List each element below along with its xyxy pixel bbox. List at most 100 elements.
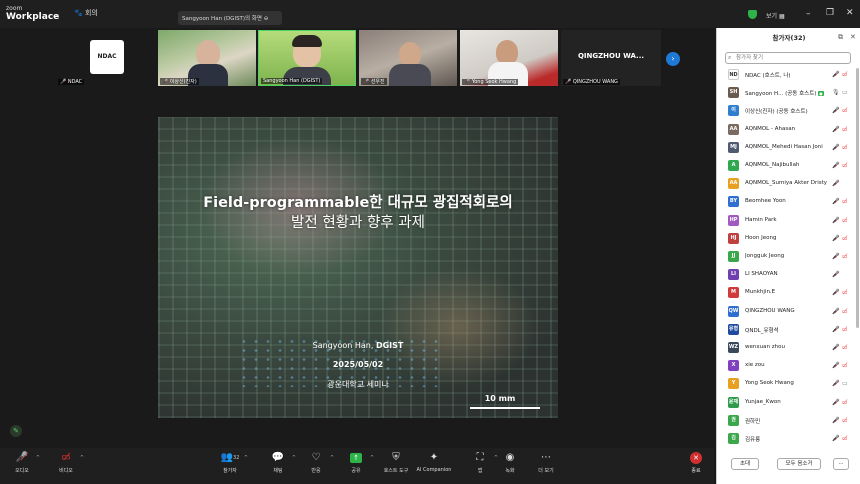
chevron-up-icon[interactable]: ^ — [370, 455, 374, 461]
camera-off-icon[interactable]: ▭̸ — [842, 344, 848, 351]
thumbnail-participant-2[interactable]: 🎤̸ 이상신(진자) — [158, 30, 256, 86]
scrollbar[interactable] — [856, 68, 859, 328]
camera-off-icon[interactable]: ▭̸ — [842, 326, 848, 333]
audio-button[interactable]: 🎤̸ 오디오 ^ — [2, 451, 42, 474]
panel-more-button[interactable]: ··· — [833, 458, 849, 470]
mic-icon[interactable]: 🎙 — [832, 89, 840, 96]
camera-off-icon[interactable]: ▭̸ — [842, 399, 848, 406]
mic-muted-icon[interactable]: 🎤̸ — [832, 198, 839, 205]
participant-row[interactable]: LI LI SHAOYAN 🎤̸ — [717, 267, 857, 285]
mic-muted-icon[interactable]: 🎤̸ — [832, 362, 839, 369]
participant-row[interactable]: 권 권하민 🎤̸ ▭̸ — [717, 413, 857, 431]
participant-row[interactable]: HP Hamin Park 🎤̸ ▭̸ — [717, 213, 857, 231]
camera-off-icon[interactable]: ▭̸ — [842, 71, 848, 78]
thumbnail-ndac[interactable]: NDAC 🎤̸ NDAC — [56, 30, 154, 86]
share-options-icon[interactable]: ⊖ — [264, 16, 269, 22]
camera-off-icon[interactable]: ▭̸ — [842, 162, 848, 169]
participants-button[interactable]: 👥32 참가자 ^ — [210, 451, 250, 474]
camera-off-icon[interactable]: ▭̸ — [842, 308, 848, 315]
thumbnail-participant-4[interactable]: 🎤̸ 선우진 — [359, 30, 457, 86]
mic-muted-icon[interactable]: 🎤̸ — [832, 253, 839, 260]
end-meeting-button[interactable]: ✕ 종료 — [676, 451, 716, 474]
mic-muted-icon[interactable]: 🎤̸ — [832, 344, 839, 351]
shield-icon[interactable] — [748, 10, 757, 19]
close-icon[interactable]: ✕ — [850, 33, 856, 41]
mic-muted-icon[interactable]: 🎤̸ — [832, 107, 839, 114]
participant-row[interactable]: MJ AQNMOL_Mehedi Hasan Joni 🎤̸ ▭̸ — [717, 140, 857, 158]
chevron-up-icon[interactable]: ^ — [36, 455, 40, 461]
participant-row[interactable]: 김 김유릉 🎤̸ ▭̸ — [717, 431, 857, 449]
mic-muted-icon[interactable]: 🎤̸ — [832, 435, 839, 442]
participant-row[interactable]: Y Yong Seok Hwang 🎤̸ ▭ — [717, 376, 857, 394]
mic-muted-icon[interactable]: 🎤̸ — [832, 289, 839, 296]
host-tools-button[interactable]: ⛨ 호스트 도구 — [376, 451, 416, 474]
close-window-button[interactable]: ✕ — [846, 8, 854, 18]
camera-icon[interactable]: ▭ — [842, 89, 848, 96]
camera-off-icon[interactable]: ▭̸ — [842, 435, 848, 442]
chevron-down-icon[interactable]: ⌄ — [54, 10, 60, 18]
mic-muted-icon[interactable]: 🎤̸ — [832, 326, 839, 333]
participant-row[interactable]: QW QINGZHOU WANG 🎤̸ ▭̸ — [717, 304, 857, 322]
record-button[interactable]: ◉ 녹화 — [490, 451, 530, 474]
mic-muted-icon[interactable]: 🎤̸ — [832, 144, 839, 151]
ai-companion-button[interactable]: ✦ AI Companion — [414, 451, 454, 473]
camera-off-icon[interactable]: ▭̸ — [842, 126, 848, 133]
camera-off-icon[interactable]: ▭̸ — [842, 289, 848, 296]
invite-button[interactable]: 초대 — [731, 458, 759, 470]
participant-row[interactable]: 유형 QNDL_유형석 🎤̸ ▭̸ — [717, 322, 857, 340]
participant-row[interactable]: AA AQNMOL_Sumiya Akter Dristy 🎤̸ — [717, 176, 857, 194]
participant-row[interactable]: A AQNMOL_Najibullah 🎤̸ ▭̸ — [717, 158, 857, 176]
annotate-pen-icon[interactable]: ✎ — [10, 425, 22, 437]
participant-row[interactable]: M Munkhjin.E 🎤̸ ▭̸ — [717, 285, 857, 303]
camera-off-icon[interactable]: ▭̸ — [842, 107, 848, 114]
participant-row[interactable]: AA AQNMOL - Ahasan 🎤̸ ▭̸ — [717, 122, 857, 140]
view-button[interactable]: 보기 ▦ — [766, 11, 785, 20]
chevron-up-icon[interactable]: ^ — [330, 455, 334, 461]
participant-row[interactable]: BY Beomhee Yoon 🎤̸ ▭̸ — [717, 194, 857, 212]
react-button[interactable]: ♡ 반응 ^ — [296, 451, 336, 474]
mic-muted-icon[interactable]: 🎤̸ — [832, 417, 839, 424]
meeting-info-button[interactable]: 🐾 회의 — [74, 8, 98, 18]
chevron-up-icon[interactable]: ^ — [80, 455, 84, 461]
participant-row[interactable]: JJ Jongguk Jeong 🎤̸ ▭̸ — [717, 249, 857, 267]
share-button[interactable]: ↑ 공유 ^ — [336, 451, 376, 474]
thumbnail-participant-3-speaking[interactable]: Sangyoon Han (DGIST) — [258, 30, 356, 86]
popout-icon[interactable]: ⧉ — [838, 33, 843, 42]
camera-off-icon[interactable]: ▭̸ — [842, 198, 848, 205]
thumbnail-participant-6[interactable]: QINGZHOU WA... 🎤̸ QINGZHOU WANG — [561, 30, 661, 86]
camera-off-icon[interactable]: ▭̸ — [842, 217, 848, 224]
camera-off-icon[interactable]: ▭̸ — [842, 253, 848, 260]
participant-row[interactable]: SH Sangyoon H... (공동 호스트) ● 🎙 ▭ — [717, 85, 857, 103]
mic-muted-icon[interactable]: 🎤̸ — [832, 71, 839, 78]
mic-muted-icon[interactable]: 🎤̸ — [832, 399, 839, 406]
mic-muted-icon[interactable]: 🎤̸ — [832, 308, 839, 315]
camera-off-icon[interactable]: ▭̸ — [842, 144, 848, 151]
participant-row[interactable]: 윤재 Yunjae_Kwon 🎤̸ ▭̸ — [717, 395, 857, 413]
minimize-button[interactable]: – — [806, 9, 811, 19]
mic-muted-icon[interactable]: 🎤̸ — [832, 180, 839, 187]
participant-row[interactable]: HJ Hoon Jeong 🎤̸ ▭̸ — [717, 231, 857, 249]
participant-search-input[interactable] — [725, 52, 851, 64]
participant-row[interactable]: 이 이상신(진자) (공동 호스트) 🎤̸ ▭̸ — [717, 103, 857, 121]
chevron-up-icon[interactable]: ^ — [244, 455, 248, 461]
participant-row[interactable]: WZ wenxuan zhou 🎤̸ ▭̸ — [717, 340, 857, 358]
mute-all-button[interactable]: 모두 음소거 — [777, 458, 821, 470]
thumbnail-participant-5[interactable]: 🎤̸ Yong Seok Hwang — [460, 30, 558, 86]
more-button[interactable]: ⋯ 더 보기 — [526, 451, 566, 474]
mic-muted-icon[interactable]: 🎤̸ — [832, 380, 839, 387]
video-button[interactable]: ▭̸ 비디오 ^ — [46, 451, 86, 474]
camera-off-icon[interactable]: ▭̸ — [842, 417, 848, 424]
mic-muted-icon[interactable]: 🎤̸ — [832, 162, 839, 169]
mic-muted-icon[interactable]: 🎤̸ — [832, 271, 839, 278]
chat-button[interactable]: 💬 채팅 ^ — [258, 451, 298, 474]
maximize-button[interactable]: ❐ — [826, 8, 834, 18]
sharing-indicator[interactable]: Sangyoon Han (DGIST)의 화면 ⊖ — [178, 11, 282, 25]
participant-row[interactable]: ND NDAC (호스트, 나) 🎤̸ ▭̸ — [717, 67, 857, 85]
camera-off-icon[interactable]: ▭̸ — [842, 362, 848, 369]
mic-muted-icon[interactable]: 🎤̸ — [832, 235, 839, 242]
participant-row[interactable]: Xxie zou 🎤̸ ▭̸ — [717, 358, 857, 376]
camera-icon[interactable]: ▭ — [842, 380, 848, 387]
mic-muted-icon[interactable]: 🎤̸ — [832, 217, 839, 224]
camera-off-icon[interactable]: ▭̸ — [842, 235, 848, 242]
next-thumbnails-button[interactable]: › — [666, 52, 680, 66]
